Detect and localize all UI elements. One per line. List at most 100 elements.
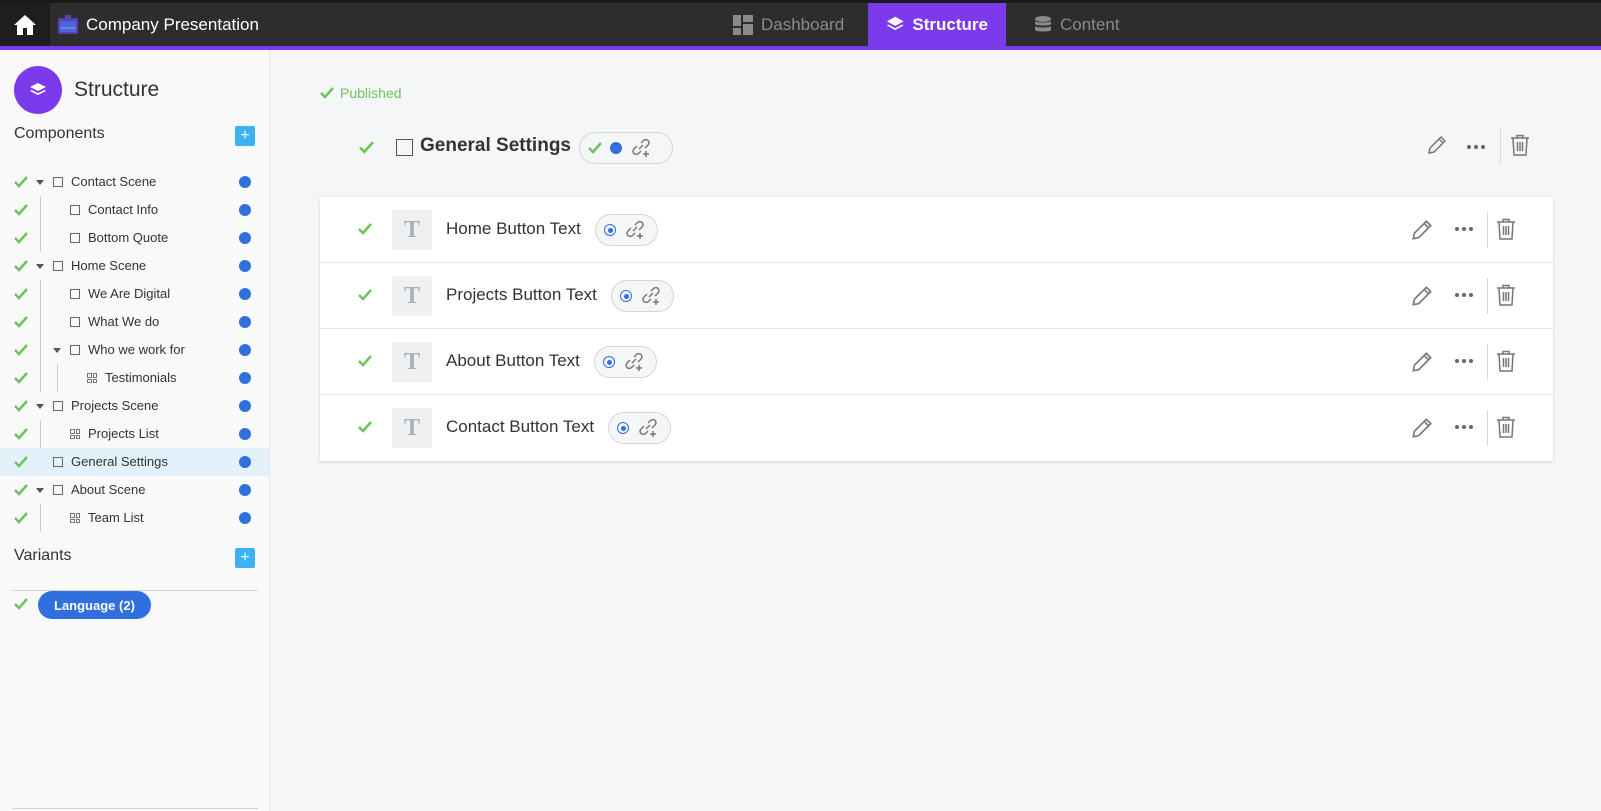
- list-grid-icon: [70, 429, 80, 439]
- field-row[interactable]: T About Button Text: [320, 329, 1553, 395]
- add-link-icon[interactable]: [630, 138, 652, 158]
- add-component-button[interactable]: +: [235, 126, 255, 146]
- tree-guide-line: [40, 420, 41, 448]
- published-check-icon: [358, 421, 372, 433]
- edit-field-button[interactable]: [1410, 350, 1434, 374]
- tree-item[interactable]: Who we work for: [0, 336, 269, 364]
- published-check-icon: [14, 316, 28, 328]
- tab-dashboard-label: Dashboard: [761, 14, 845, 34]
- more-horizontal-icon: [1455, 425, 1473, 429]
- expand-caret-icon[interactable]: [53, 348, 61, 353]
- expand-caret-icon[interactable]: [36, 180, 44, 185]
- tree-item-label: What We do: [88, 314, 160, 329]
- add-link-icon[interactable]: [637, 418, 659, 438]
- component-title: General Settings: [420, 135, 571, 156]
- published-check: [14, 176, 28, 188]
- tab-dashboard[interactable]: Dashboard: [715, 3, 862, 46]
- tree-item[interactable]: Team List: [0, 504, 269, 532]
- action-divider: [1487, 344, 1488, 380]
- tree-item[interactable]: Projects Scene: [0, 392, 269, 420]
- tree-item[interactable]: Projects List: [0, 420, 269, 448]
- edit-field-button[interactable]: [1410, 284, 1434, 308]
- more-options-button[interactable]: [1453, 284, 1475, 306]
- field-row[interactable]: T Projects Button Text: [320, 263, 1553, 329]
- tab-structure-label: Structure: [912, 14, 988, 34]
- structure-badge: [14, 66, 62, 114]
- plus-icon: +: [240, 549, 250, 566]
- published-check-icon: [14, 428, 28, 440]
- layers-icon: [886, 16, 904, 30]
- component-square-icon: [70, 289, 80, 299]
- tree-item[interactable]: About Scene: [0, 476, 269, 504]
- component-square-icon: [53, 401, 63, 411]
- sidebar-bottom-divider: [12, 808, 258, 809]
- delete-component-button[interactable]: [1510, 134, 1530, 156]
- delete-field-button[interactable]: [1496, 349, 1516, 373]
- field-name: Home Button Text: [446, 219, 581, 238]
- more-horizontal-icon: [1455, 359, 1473, 363]
- edit-field-button[interactable]: [1410, 416, 1434, 440]
- tree-item[interactable]: Home Scene: [0, 252, 269, 280]
- tree-guide-line: [57, 364, 58, 392]
- sidebar-header: Structure: [14, 66, 159, 114]
- app-logo-icon: [58, 15, 78, 34]
- tree-item[interactable]: General Settings: [0, 448, 269, 476]
- tree-item-label: Projects Scene: [71, 398, 159, 413]
- published-check: [14, 260, 28, 272]
- more-options-button[interactable]: [1453, 218, 1475, 240]
- expand-caret-icon[interactable]: [36, 488, 44, 493]
- more-options-button[interactable]: [1453, 416, 1475, 438]
- variant-dot-icon: [239, 260, 251, 272]
- component-square-icon: [70, 317, 80, 327]
- published-check: [14, 204, 28, 216]
- expand-caret-icon[interactable]: [36, 264, 44, 269]
- variant-language-pill[interactable]: Language (2): [38, 591, 151, 619]
- tree-guide-line: [40, 280, 41, 308]
- database-icon: [1035, 15, 1051, 31]
- text-type-icon: T: [392, 342, 432, 382]
- tree-item[interactable]: Contact Info: [0, 196, 269, 224]
- more-options-button[interactable]: [1465, 136, 1487, 158]
- variant-radio-icon: [603, 356, 615, 368]
- tab-content[interactable]: Content: [1016, 3, 1138, 46]
- variant-dot-icon: [239, 484, 251, 496]
- component-square-icon: [53, 485, 63, 495]
- variant-radio-icon: [620, 290, 632, 302]
- delete-field-button[interactable]: [1496, 283, 1516, 307]
- add-variant-button[interactable]: +: [235, 548, 255, 568]
- add-link-icon[interactable]: [623, 352, 645, 372]
- variant-language-label: Language (2): [54, 597, 135, 613]
- action-divider: [1487, 212, 1488, 248]
- tree-item[interactable]: Bottom Quote: [0, 224, 269, 252]
- tree-item[interactable]: Contact Scene: [0, 168, 269, 196]
- tree-item[interactable]: Testimonials: [0, 364, 269, 392]
- trash-icon: [1497, 284, 1515, 306]
- tree-item[interactable]: What We do: [0, 308, 269, 336]
- trash-icon: [1497, 350, 1515, 372]
- sidebar-title: Structure: [74, 78, 160, 101]
- home-button[interactable]: [0, 3, 50, 46]
- published-check-icon: [14, 204, 28, 216]
- field-row[interactable]: T Contact Button Text: [320, 395, 1553, 461]
- dashboard-icon: [733, 14, 753, 35]
- delete-field-button[interactable]: [1496, 415, 1516, 439]
- tree-item[interactable]: We Are Digital: [0, 280, 269, 308]
- published-check: [14, 400, 28, 412]
- edit-component-button[interactable]: [1426, 134, 1448, 156]
- published-check: [14, 456, 28, 468]
- add-link-icon[interactable]: [624, 220, 646, 240]
- field-row[interactable]: T Home Button Text: [320, 197, 1553, 263]
- component-square-icon: [70, 345, 80, 355]
- more-options-button[interactable]: [1453, 350, 1475, 372]
- component-square-icon: [70, 233, 80, 243]
- add-link-icon[interactable]: [640, 286, 662, 306]
- field-name: Projects Button Text: [446, 285, 597, 304]
- field-list: T Home Button Text T Projects Button Text T A…: [320, 197, 1553, 461]
- delete-field-button[interactable]: [1496, 217, 1516, 241]
- edit-field-button[interactable]: [1410, 218, 1434, 242]
- published-check: [14, 428, 28, 440]
- tab-structure[interactable]: Structure: [868, 3, 1006, 46]
- tree-item-label: Who we work for: [88, 342, 185, 357]
- component-badges: [579, 132, 673, 164]
- expand-caret-icon[interactable]: [36, 404, 44, 409]
